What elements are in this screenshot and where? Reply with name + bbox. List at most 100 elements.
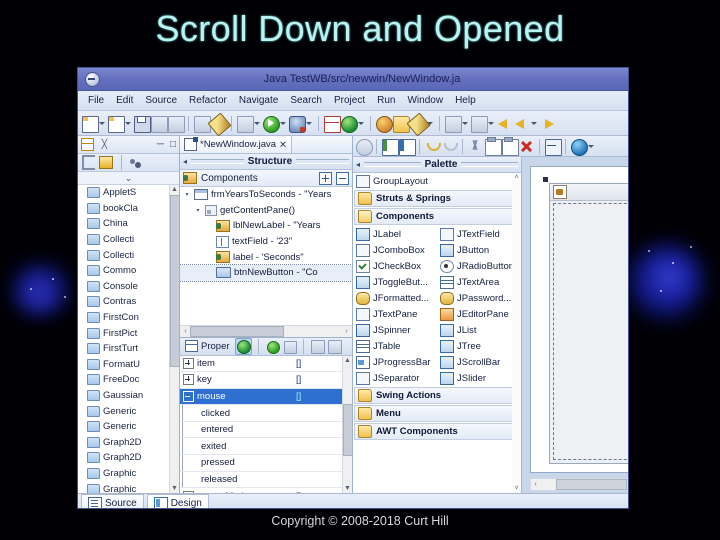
palette-item-jslider[interactable]: JSlider	[437, 371, 521, 385]
new-wizard-icon[interactable]	[108, 115, 125, 133]
palette-item-jscrollbar[interactable]: JScrollBar	[437, 355, 521, 369]
save-all-icon[interactable]	[151, 115, 168, 133]
palette-item-jeditorpane[interactable]: JEditorPane	[437, 307, 521, 321]
palette-list[interactable]: GroupLayout Struts & Springs Components JLa…	[353, 173, 521, 493]
list-item[interactable]: bookCla	[78, 201, 179, 217]
selection-tool-icon[interactable]	[356, 138, 373, 156]
close-icon[interactable]: ⨯	[279, 139, 287, 150]
palette-entry[interactable]: Components	[354, 208, 520, 225]
tree-row[interactable]: label - 'Seconds"	[180, 249, 352, 265]
paste-icon[interactable]	[502, 138, 519, 156]
link-icon[interactable]	[207, 112, 232, 136]
fit-icon[interactable]	[545, 138, 562, 156]
pencil-dropdown-icon[interactable]	[426, 116, 433, 130]
collapse-all-icon[interactable]	[336, 171, 349, 185]
preview-frame[interactable]	[549, 183, 628, 464]
scrollbar-thumb[interactable]	[556, 479, 627, 490]
expand-icon[interactable]	[183, 374, 194, 386]
palette-item-jtextfield[interactable]: JTextField	[437, 227, 521, 241]
palette-item-jtogglebut[interactable]: JToggleBut...	[353, 275, 437, 289]
cut-icon[interactable]	[468, 139, 483, 154]
table-row[interactable]: key[]	[180, 372, 352, 389]
menu-item-project[interactable]: Project	[328, 95, 371, 106]
list-item[interactable]: FirstPict	[78, 325, 179, 341]
structure-tree[interactable]: ▾ frmYearsToSeconds - "Years ▾ getContentPa…	[180, 187, 352, 325]
pencil-icon[interactable]	[406, 112, 431, 136]
list-item[interactable]: Commo	[78, 263, 179, 279]
palette-entry[interactable]: GroupLayout	[353, 173, 521, 189]
list-item[interactable]: Gaussian	[78, 388, 179, 404]
scrollbar-thumb[interactable]	[343, 403, 352, 456]
tree-row[interactable]: lblNewLabel - "Years	[180, 218, 352, 234]
list-item[interactable]: Console	[78, 279, 179, 295]
scrollbar-thumb[interactable]	[190, 325, 284, 337]
copy-icon[interactable]	[485, 138, 502, 156]
palette-item-jtree[interactable]: JTree	[437, 339, 521, 353]
menu-item-search[interactable]: Search	[284, 95, 328, 106]
properties-scrollbar[interactable]: ▲ ▼	[342, 355, 352, 493]
package-explorer-chevron[interactable]: ⌄	[78, 172, 179, 185]
forward-icon[interactable]	[540, 116, 555, 131]
table-row[interactable]: entered	[180, 421, 352, 439]
properties-table[interactable]: item[] key[] mouse[] clicked entered exited pr…	[180, 355, 352, 493]
palette-item-jtextarea[interactable]: JTextArea	[437, 275, 521, 289]
expand-icon[interactable]: ╳	[99, 139, 110, 150]
test-icon[interactable]	[382, 138, 399, 156]
table-row[interactable]: exited	[180, 438, 352, 456]
expand-icon[interactable]	[183, 357, 194, 369]
package-explorer-scrollbar[interactable]: ▲ ▼	[169, 185, 179, 493]
restore-default-icon[interactable]	[310, 339, 325, 354]
events-icon[interactable]	[234, 337, 252, 355]
preview-icon[interactable]	[571, 138, 588, 156]
palette-item-jtextpane[interactable]: JTextPane	[353, 307, 437, 321]
list-item[interactable]: Contras	[78, 294, 179, 310]
design-surface[interactable]	[530, 166, 628, 473]
palette-group[interactable]: AWT Components	[354, 423, 520, 440]
menu-item-navigate[interactable]: Navigate	[233, 95, 284, 106]
collapse-icon[interactable]	[183, 390, 194, 402]
list-item[interactable]: China	[78, 216, 179, 232]
save-icon[interactable]	[134, 115, 151, 133]
package-explorer-icon[interactable]	[81, 138, 94, 151]
expand-arrow-icon[interactable]: ▾	[183, 191, 191, 198]
new-file-dropdown-icon[interactable]	[98, 116, 105, 130]
palette-item-jlist[interactable]: JList	[437, 323, 521, 337]
back-icon[interactable]	[514, 116, 529, 131]
list-item[interactable]: Graph2D	[78, 435, 179, 451]
external-tools-dropdown-icon[interactable]	[253, 116, 260, 130]
link-with-editor-icon[interactable]	[99, 156, 113, 169]
refresh-icon[interactable]	[341, 115, 358, 133]
delete-icon[interactable]	[519, 139, 534, 154]
scrollbar-thumb[interactable]	[170, 195, 179, 367]
tree-row[interactable]: ▾ getContentPane()	[180, 203, 352, 219]
scroll-right-icon[interactable]: ›	[342, 328, 351, 335]
list-item[interactable]: Generic	[78, 419, 179, 435]
palette-item-jcombobox[interactable]: JComboBox	[353, 243, 437, 257]
next-annotation-icon[interactable]	[445, 115, 462, 133]
chevron-left-icon[interactable]: ◂	[183, 157, 187, 166]
list-item[interactable]: FirstCon	[78, 310, 179, 326]
palette-item-jformatted[interactable]: JFormatted...	[353, 291, 437, 305]
new-file-icon[interactable]	[82, 115, 99, 133]
list-item[interactable]: FormatU	[78, 357, 179, 373]
palette-entry[interactable]: Struts & Springs	[354, 190, 520, 207]
refresh-dropdown-icon[interactable]	[357, 116, 364, 130]
list-item[interactable]: Graphic	[78, 481, 179, 493]
back-dropdown-icon[interactable]	[530, 116, 537, 130]
menu-item-file[interactable]: File	[82, 95, 110, 106]
tree-row[interactable]: ▾ frmYearsToSeconds - "Years	[180, 187, 352, 203]
scroll-down-icon[interactable]: ▼	[171, 485, 178, 492]
package-explorer-tree[interactable]: AppletS bookCla China Collecti Collecti Commo…	[78, 185, 179, 493]
previous-annotation-dropdown-icon[interactable]	[487, 116, 494, 130]
preview-dropdown-icon[interactable]	[587, 139, 594, 153]
new-wizard-dropdown-icon[interactable]	[124, 116, 131, 130]
selection-handle[interactable]	[543, 177, 548, 182]
palette-item-jcheckbox[interactable]: JCheckBox	[353, 259, 437, 273]
tab-design[interactable]: Design	[146, 494, 209, 508]
new-java-project-icon[interactable]	[324, 115, 341, 133]
preview-content-pane[interactable]	[553, 203, 628, 460]
goto-definition-icon[interactable]	[265, 339, 280, 354]
palette-item-jspinner[interactable]: JSpinner	[353, 323, 437, 337]
maximize-icon[interactable]: □	[170, 139, 176, 150]
tab-properties[interactable]: Proper	[182, 338, 233, 354]
